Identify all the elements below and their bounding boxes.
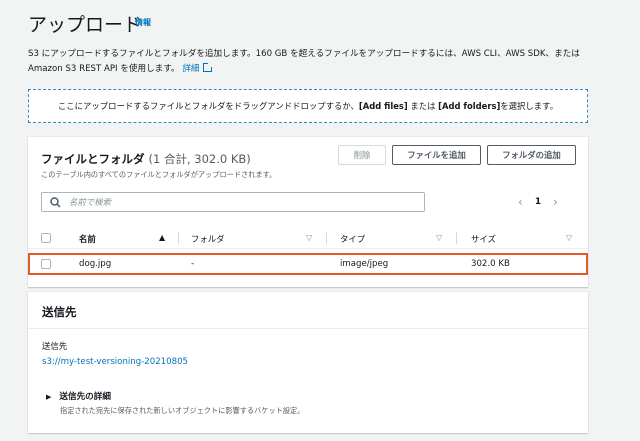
learn-more-link[interactable]: 詳細 <box>182 64 199 74</box>
search-input[interactable]: 名前で検索 <box>41 192 425 212</box>
remove-button[interactable]: 削除 <box>338 145 386 165</box>
sort-caret-down-icon[interactable]: ▽ <box>306 233 312 242</box>
table-row[interactable]: dog.jpg - image/jpeg 302.0 KB <box>28 253 588 275</box>
destination-details-toggle[interactable]: ▶ 送信先の詳細 <box>46 390 111 402</box>
column-header-folder[interactable]: フォルダ <box>191 233 225 245</box>
description-line-1: S3 にアップロードするファイルとフォルダを追加します。160 GB を超えるフ… <box>28 49 580 59</box>
destination-panel: 送信先 送信先 s3://my-test-versioning-20210805… <box>28 292 588 433</box>
destination-panel-title: 送信先 <box>42 305 77 319</box>
row-select-checkbox[interactable] <box>41 259 51 269</box>
dropzone-add-folders: [Add folders] <box>438 101 501 111</box>
caret-right-icon: ▶ <box>46 393 52 401</box>
dropzone-text-before: ここにアップロードするファイルとフォルダをドラッグアンドドロップするか、 <box>57 101 359 111</box>
column-divider <box>456 232 457 244</box>
dropzone-text-after: を選択します。 <box>500 101 559 111</box>
column-header-name[interactable]: 名前 <box>79 233 96 245</box>
description-line-2: Amazon S3 REST API を使用します。 詳細 <box>28 62 618 77</box>
sort-caret-down-icon[interactable]: ▽ <box>566 233 572 242</box>
files-and-folders-panel: ファイルとフォルダ (1 合計, 302.0 KB) このテーブル内のすべてのフ… <box>28 137 588 287</box>
add-folder-button[interactable]: フォルダの追加 <box>487 145 576 165</box>
row-size: 302.0 KB <box>471 259 510 269</box>
description-line-2-text: Amazon S3 REST API を使用します。 <box>28 64 180 74</box>
select-all-checkbox[interactable] <box>41 233 51 243</box>
table-header: 名前 ▲ フォルダ ▽ タイプ ▽ サイズ ▽ <box>28 227 588 249</box>
row-folder: - <box>191 259 195 269</box>
destination-bucket-link[interactable]: s3://my-test-versioning-20210805 <box>42 357 188 367</box>
details-toggle-label: 送信先の詳細 <box>59 392 111 402</box>
upload-dropzone[interactable]: ここにアップロードするファイルとフォルダをドラッグアンドドロップするか、 [Add… <box>28 89 588 123</box>
search-icon <box>50 196 61 208</box>
column-header-size[interactable]: サイズ <box>471 233 496 245</box>
sort-caret-down-icon[interactable]: ▽ <box>436 233 442 242</box>
add-files-button[interactable]: ファイルを追加 <box>392 145 481 165</box>
row-name: dog.jpg <box>79 259 112 269</box>
column-divider <box>178 232 179 244</box>
page-title: アップロード <box>28 14 143 36</box>
files-title-text: ファイルとフォルダ <box>41 152 145 166</box>
divider <box>28 328 588 329</box>
chevron-right-icon[interactable]: › <box>553 195 558 209</box>
sort-ascending-icon[interactable]: ▲ <box>159 233 165 242</box>
destination-details-description: 指定された宛先に保存された新しいオブジェクトに影響するバケット設定。 <box>60 406 305 415</box>
files-summary: (1 合計, 302.0 KB) <box>148 152 251 166</box>
files-panel-subtitle: このテーブル内のすべてのファイルとフォルダがアップロードされます。 <box>41 170 277 179</box>
row-type: image/jpeg <box>340 259 389 269</box>
dropzone-middle: または <box>407 101 439 111</box>
pagination: ‹ 1 › <box>518 195 558 209</box>
external-link-icon <box>202 62 213 72</box>
page-description: S3 にアップロードするファイルとフォルダを追加します。160 GB を超えるフ… <box>28 47 618 77</box>
page-number[interactable]: 1 <box>535 197 541 207</box>
dropzone-add-files: [Add files] <box>358 101 408 111</box>
files-panel-title: ファイルとフォルダ (1 合計, 302.0 KB) <box>41 151 251 167</box>
destination-label: 送信先 <box>42 341 68 351</box>
search-placeholder: 名前で検索 <box>69 197 111 207</box>
column-divider <box>326 232 327 244</box>
chevron-left-icon[interactable]: ‹ <box>518 195 523 209</box>
column-header-type[interactable]: タイプ <box>340 233 365 245</box>
info-link[interactable]: 情報 <box>135 17 151 28</box>
